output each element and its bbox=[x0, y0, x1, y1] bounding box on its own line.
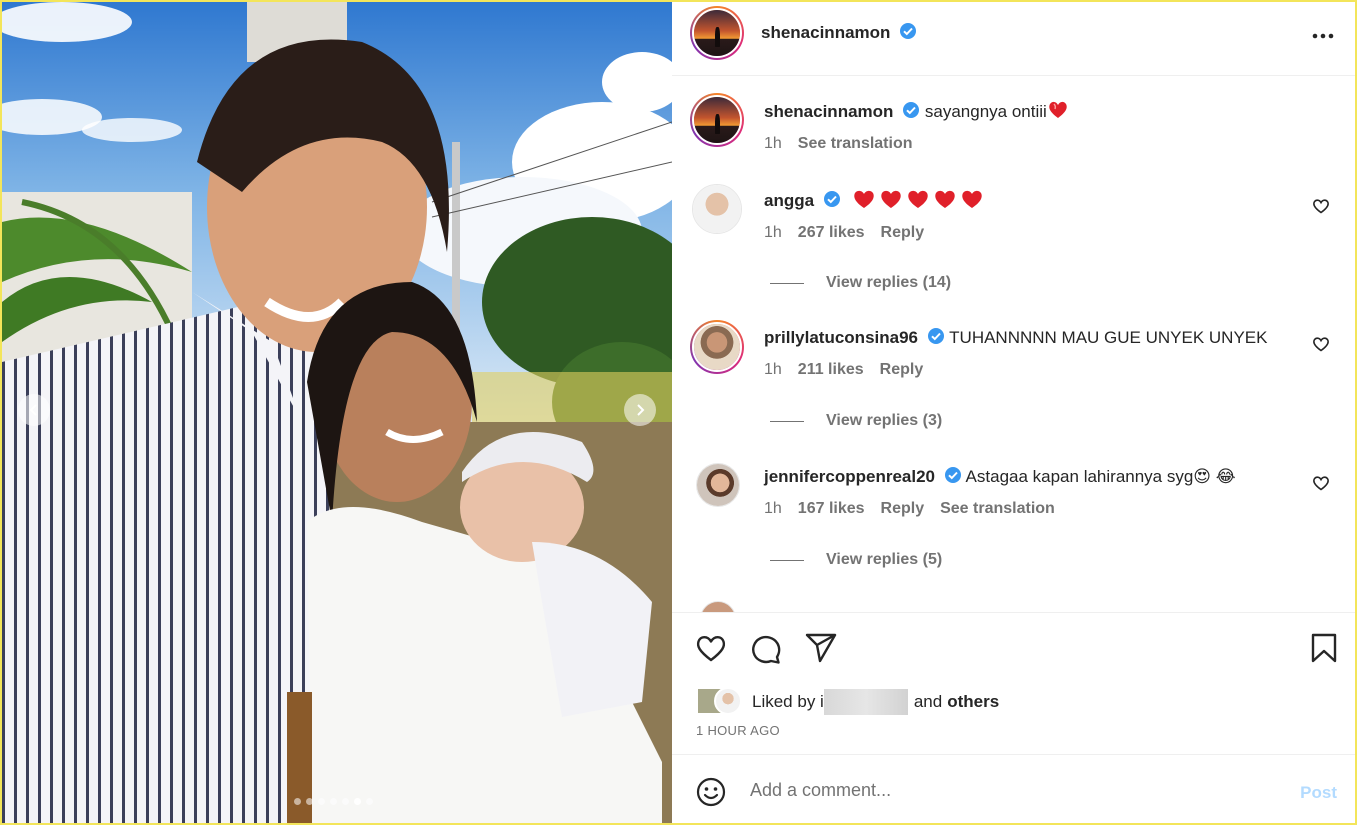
carousel-indicator bbox=[294, 798, 373, 805]
previous-photo-button[interactable] bbox=[18, 394, 50, 426]
comment-likes[interactable]: 211 likes bbox=[798, 361, 864, 379]
carousel-dot bbox=[342, 798, 349, 805]
heart-outline-icon bbox=[1313, 337, 1329, 352]
add-comment-bar: Post bbox=[672, 756, 1355, 823]
comments-list[interactable]: shenacinnamon sayangnya ontiii 1h See tr… bbox=[672, 77, 1355, 612]
heart-outline-icon bbox=[1313, 476, 1329, 491]
comment-time: 1h bbox=[764, 361, 782, 378]
chevron-left-icon bbox=[29, 404, 37, 416]
more-options-button[interactable] bbox=[1311, 28, 1335, 46]
view-replies-button[interactable]: View replies (5) bbox=[770, 551, 942, 569]
heart-emoji-icon bbox=[1049, 101, 1067, 118]
post-modal: shenacinnamon shenacinnamon sayangnya on… bbox=[0, 0, 1357, 825]
comment-username[interactable]: jennifercoppenreal20 bbox=[764, 467, 935, 486]
view-replies-label: View replies (3) bbox=[826, 412, 943, 429]
liked-by-others[interactable]: others bbox=[947, 692, 999, 712]
post-details-panel: shenacinnamon shenacinnamon sayangnya on… bbox=[672, 2, 1355, 823]
verified-badge-icon bbox=[927, 328, 944, 344]
smiley-icon bbox=[696, 777, 726, 807]
liked-by-joiner: and bbox=[913, 692, 943, 711]
carousel-dot bbox=[294, 798, 301, 805]
comment-icon bbox=[752, 635, 781, 664]
comment-reply-button[interactable]: Reply bbox=[881, 500, 925, 518]
carousel-dot bbox=[306, 798, 313, 805]
carousel-dot bbox=[330, 798, 337, 805]
comment-likes[interactable]: 167 likes bbox=[798, 500, 865, 518]
redacted-username bbox=[823, 689, 908, 715]
comment-avatar[interactable] bbox=[700, 601, 736, 612]
comment-likes[interactable]: 267 likes bbox=[798, 224, 865, 242]
save-button[interactable] bbox=[1310, 633, 1338, 668]
emoji-picker-button[interactable] bbox=[696, 777, 726, 812]
photo-illustration bbox=[2, 2, 672, 823]
carousel-dot bbox=[366, 798, 373, 805]
more-horizontal-icon bbox=[1312, 33, 1334, 39]
heart-emoji-icon bbox=[880, 190, 901, 208]
post-header: shenacinnamon bbox=[672, 2, 1355, 76]
heart-emoji-icon bbox=[907, 190, 928, 208]
author-username[interactable]: shenacinnamon bbox=[761, 23, 890, 42]
send-icon bbox=[805, 633, 837, 663]
heart-emoji-icon bbox=[853, 190, 874, 208]
comment-text: TUHANNNNN MAU GUE UNYEK UNYEK bbox=[949, 328, 1268, 347]
comment-reply-button[interactable]: Reply bbox=[881, 224, 925, 242]
view-replies-button[interactable]: View replies (3) bbox=[770, 412, 942, 430]
comment-reply-button[interactable]: Reply bbox=[880, 361, 924, 379]
post-actions: Liked by i and others 1 HOUR AGO bbox=[672, 612, 1355, 755]
comment-text: Astagaa kapan lahirannya syg😍 😂 bbox=[965, 467, 1236, 486]
caption-see-translation[interactable]: See translation bbox=[798, 135, 913, 153]
comment-username[interactable]: prillylatuconsina96 bbox=[764, 328, 918, 347]
comment-avatar[interactable] bbox=[690, 320, 744, 374]
liked-by-prefix: Liked by i bbox=[752, 692, 824, 711]
comment-avatar[interactable] bbox=[696, 463, 740, 507]
carousel-dot bbox=[318, 798, 325, 805]
post-photo bbox=[2, 2, 672, 823]
view-replies-button[interactable]: View replies (14) bbox=[770, 274, 951, 292]
bookmark-icon bbox=[1311, 633, 1337, 663]
like-button[interactable] bbox=[695, 633, 727, 668]
heart-emoji-icon bbox=[934, 190, 955, 208]
heart-icon bbox=[696, 635, 726, 662]
caption-username[interactable]: shenacinnamon bbox=[764, 102, 893, 121]
comment-time: 1h bbox=[764, 500, 782, 517]
comment-username[interactable]: angga bbox=[764, 191, 814, 210]
verified-badge-icon bbox=[899, 23, 916, 39]
comment-input[interactable] bbox=[750, 780, 1250, 801]
verified-badge-icon bbox=[823, 191, 840, 207]
next-photo-button[interactable] bbox=[624, 394, 656, 426]
chevron-right-icon bbox=[637, 404, 645, 416]
heart-emoji-icon bbox=[961, 190, 982, 208]
liked-by: Liked by i and others bbox=[696, 687, 999, 717]
post-time[interactable]: 1 HOUR AGO bbox=[696, 723, 780, 738]
comment-like-button[interactable] bbox=[1312, 198, 1330, 219]
comment-button[interactable] bbox=[750, 633, 782, 670]
caption-time: 1h bbox=[764, 135, 782, 152]
heart-outline-icon bbox=[1313, 199, 1329, 214]
comment-avatar[interactable] bbox=[692, 184, 742, 234]
comment-hearts bbox=[852, 189, 984, 210]
caption-text: sayangnya ontiii bbox=[924, 102, 1047, 121]
share-button[interactable] bbox=[805, 633, 837, 668]
comment-see-translation[interactable]: See translation bbox=[940, 500, 1055, 518]
post-comment-button[interactable]: Post bbox=[1300, 783, 1337, 803]
comment-like-button[interactable] bbox=[1312, 336, 1330, 357]
comment-like-button[interactable] bbox=[1312, 475, 1330, 496]
comment-time: 1h bbox=[764, 224, 782, 241]
view-replies-label: View replies (14) bbox=[826, 274, 952, 291]
verified-badge-icon bbox=[944, 467, 961, 483]
caption-avatar[interactable] bbox=[690, 93, 744, 147]
author-avatar[interactable] bbox=[690, 6, 744, 60]
view-replies-label: View replies (5) bbox=[826, 551, 943, 568]
liker-avatar[interactable] bbox=[714, 687, 742, 715]
verified-badge-icon bbox=[903, 102, 920, 118]
carousel-dot-active bbox=[354, 798, 361, 805]
